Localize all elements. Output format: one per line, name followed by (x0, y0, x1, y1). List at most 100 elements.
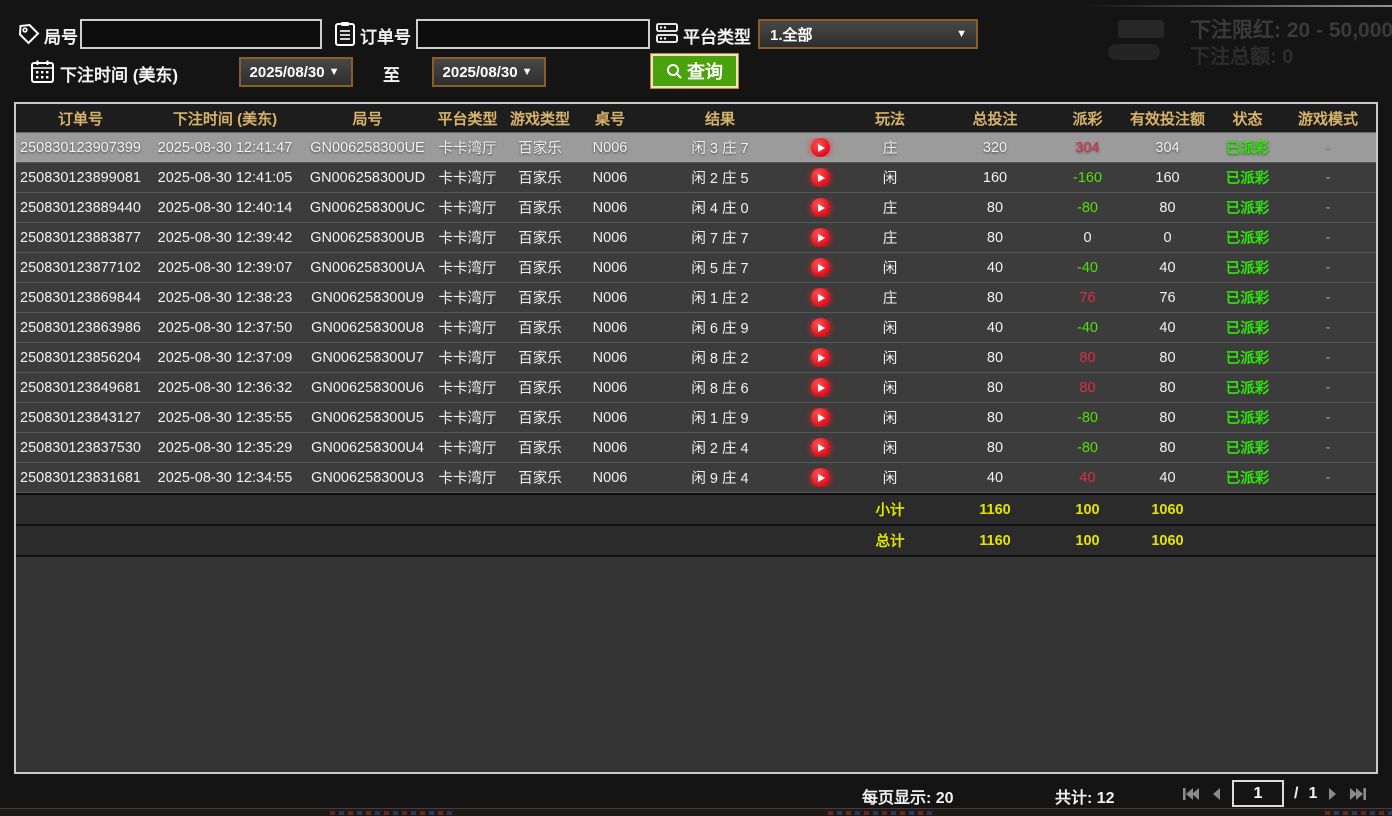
platform-cell: 卡卡湾厅 (430, 287, 505, 308)
bet-time-cell: 2025-08-30 12:37:09 (145, 350, 305, 366)
bet-time-cell: 2025-08-30 12:41:05 (145, 170, 305, 186)
first-page-icon[interactable] (1182, 786, 1200, 802)
order-id-cell: 250830123831681 (16, 470, 145, 486)
payout-cell: 80 (1055, 380, 1120, 396)
col-header-status[interactable]: 状态 (1215, 108, 1280, 129)
status-badge: 已派彩 (1215, 347, 1280, 368)
replay-cell (795, 168, 845, 187)
result-cell: 闲 8 庄 6 (645, 377, 795, 398)
replay-cell (795, 378, 845, 397)
order-number-input[interactable] (416, 19, 650, 49)
valid-bet-cell: 304 (1120, 140, 1215, 156)
date-to-value: 2025/08/30 (437, 64, 518, 81)
bet-type-cell: 庄 (845, 227, 935, 248)
payout-cell: 304 (1055, 140, 1120, 156)
table-row[interactable]: 250830123843127 2025-08-30 12:35:55 GN00… (16, 403, 1376, 433)
table-row[interactable]: 250830123837530 2025-08-30 12:35:29 GN00… (16, 433, 1376, 463)
bet-type-cell: 闲 (845, 167, 935, 188)
col-header-time[interactable]: 下注时间 (美东) (145, 108, 305, 129)
col-header-platform[interactable]: 平台类型 (430, 108, 505, 129)
date-to-picker[interactable]: 2025/08/30 ▼ (432, 57, 546, 87)
play-replay-icon[interactable] (811, 288, 830, 307)
table-row[interactable]: 250830123899081 2025-08-30 12:41:05 GN00… (16, 163, 1376, 193)
valid-bet-cell: 80 (1120, 380, 1215, 396)
play-replay-icon[interactable] (811, 408, 830, 427)
col-header-game[interactable]: 游戏类型 (505, 108, 575, 129)
play-replay-icon[interactable] (811, 168, 830, 187)
background-divider-line (1085, 5, 1392, 7)
table-no-cell: N006 (575, 350, 645, 366)
col-header-round[interactable]: 局号 (305, 108, 430, 129)
grand-total-payout: 100 (1055, 533, 1120, 549)
round-number-input[interactable] (80, 19, 322, 49)
bet-time-cell: 2025-08-30 12:35:29 (145, 440, 305, 456)
table-row[interactable]: 250830123869844 2025-08-30 12:38:23 GN00… (16, 283, 1376, 313)
play-replay-icon[interactable] (811, 258, 830, 277)
query-button[interactable]: 查询 (650, 53, 739, 89)
bet-type-cell: 闲 (845, 467, 935, 488)
order-id-cell: 250830123883877 (16, 230, 145, 246)
chevron-down-icon: ▼ (325, 66, 349, 78)
total-bet-cell: 80 (935, 440, 1055, 456)
table-row[interactable]: 250830123883877 2025-08-30 12:39:42 GN00… (16, 223, 1376, 253)
table-row[interactable]: 250830123831681 2025-08-30 12:34:55 GN00… (16, 463, 1376, 493)
col-header-order[interactable]: 订单号 (16, 108, 145, 129)
platform-cell: 卡卡湾厅 (430, 317, 505, 338)
payout-cell: -80 (1055, 410, 1120, 426)
col-header-table[interactable]: 桌号 (575, 108, 645, 129)
platform-cell: 卡卡湾厅 (430, 167, 505, 188)
page-number-input[interactable] (1232, 780, 1284, 807)
payout-cell: -40 (1055, 320, 1120, 336)
platform-type-select[interactable]: 1.全部 ▼ (758, 19, 978, 49)
round-id-cell: GN006258300U7 (305, 350, 430, 366)
order-id-cell: 250830123843127 (16, 410, 145, 426)
game-type-cell: 百家乐 (505, 437, 575, 458)
grand-total-valid: 1060 (1120, 533, 1215, 549)
play-replay-icon[interactable] (811, 468, 830, 487)
play-replay-icon[interactable] (811, 228, 830, 247)
next-page-icon[interactable] (1327, 786, 1339, 802)
chevron-down-icon: ▼ (518, 66, 542, 78)
play-replay-icon[interactable] (811, 318, 830, 337)
previous-page-icon[interactable] (1210, 786, 1222, 802)
last-page-icon[interactable] (1349, 786, 1367, 802)
col-header-payout[interactable]: 派彩 (1055, 108, 1120, 129)
table-row[interactable]: 250830123856204 2025-08-30 12:37:09 GN00… (16, 343, 1376, 373)
result-cell: 闲 2 庄 4 (645, 437, 795, 458)
table-row[interactable]: 250830123849681 2025-08-30 12:36:32 GN00… (16, 373, 1376, 403)
play-replay-icon[interactable] (811, 198, 830, 217)
game-type-cell: 百家乐 (505, 467, 575, 488)
table-row[interactable]: 250830123863986 2025-08-30 12:37:50 GN00… (16, 313, 1376, 343)
play-replay-icon[interactable] (811, 378, 830, 397)
per-page-label: 每页显示: 20 (862, 784, 954, 808)
col-header-mode[interactable]: 游戏模式 (1280, 108, 1376, 129)
replay-cell (795, 258, 845, 277)
game-type-cell: 百家乐 (505, 197, 575, 218)
game-mode-cell: - (1280, 230, 1376, 246)
table-no-cell: N006 (575, 140, 645, 156)
replay-cell (795, 288, 845, 307)
table-row[interactable]: 250830123877102 2025-08-30 12:39:07 GN00… (16, 253, 1376, 283)
col-header-valid[interactable]: 有效投注额 (1120, 108, 1215, 129)
order-id-cell: 250830123869844 (16, 290, 145, 306)
play-replay-icon[interactable] (811, 438, 830, 457)
col-header-total[interactable]: 总投注 (935, 108, 1055, 129)
bet-time-cell: 2025-08-30 12:35:55 (145, 410, 305, 426)
round-id-cell: GN006258300UE (305, 140, 430, 156)
platform-cell: 卡卡湾厅 (430, 197, 505, 218)
table-row[interactable]: 250830123889440 2025-08-30 12:40:14 GN00… (16, 193, 1376, 223)
table-row[interactable]: 250830123907399 2025-08-30 12:41:47 GN00… (16, 133, 1376, 163)
bet-type-cell: 闲 (845, 347, 935, 368)
col-header-bet-type[interactable]: 玩法 (845, 108, 935, 129)
play-replay-icon[interactable] (811, 348, 830, 367)
play-replay-icon[interactable] (811, 138, 830, 157)
result-cell: 闲 4 庄 0 (645, 197, 795, 218)
col-header-result[interactable]: 结果 (645, 108, 795, 129)
order-id-cell: 250830123899081 (16, 170, 145, 186)
date-from-picker[interactable]: 2025/08/30 ▼ (239, 57, 353, 87)
replay-cell (795, 318, 845, 337)
status-badge: 已派彩 (1215, 287, 1280, 308)
round-id-cell: GN006258300U6 (305, 380, 430, 396)
order-id-cell: 250830123856204 (16, 350, 145, 366)
result-cell: 闲 2 庄 5 (645, 167, 795, 188)
